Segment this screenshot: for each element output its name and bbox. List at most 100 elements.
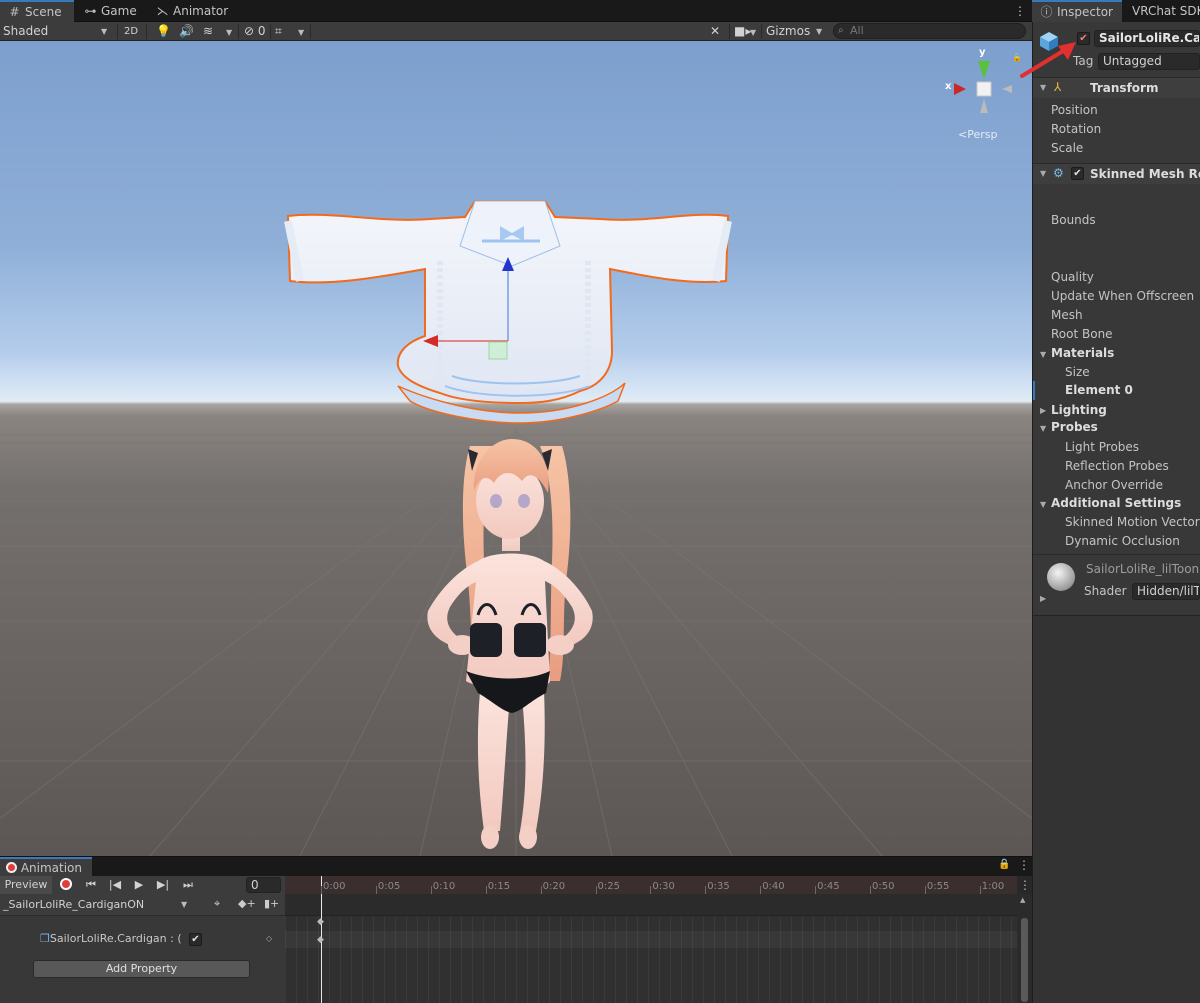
gizmos-dropdown[interactable]: Gizmos ▼	[766, 22, 828, 41]
gameobject-icon: ❒	[40, 932, 50, 945]
inspector-empty-area	[1033, 616, 1200, 1003]
add-property-button[interactable]: Add Property	[33, 960, 250, 978]
lock-icon[interactable]: 🔒	[998, 859, 1010, 870]
mesh-label: Mesh	[1051, 308, 1083, 322]
ruler-tick-line	[870, 886, 871, 894]
foldout-open-icon: ▼	[1040, 83, 1047, 92]
audio-toggle-icon[interactable]: 🔊	[179, 22, 194, 41]
camera-icon[interactable]: ■▸	[734, 22, 751, 41]
first-keyframe-icon[interactable]: ⏮	[80, 876, 102, 894]
next-keyframe-icon[interactable]: ▶|	[152, 876, 174, 894]
position-label: Position	[1051, 103, 1098, 117]
scene-svg	[0, 61, 1032, 856]
rotation-label: Rotation	[1051, 122, 1102, 136]
materials-size-label: Size	[1065, 365, 1090, 379]
keyframe-summary-icon[interactable]: ◆	[317, 917, 324, 927]
property-value-checkbox[interactable]: ✔	[189, 933, 202, 946]
ruler-tick-label: 0:10	[432, 881, 456, 892]
orientation-gizmo[interactable]	[954, 61, 1012, 113]
search-icon: ⌕	[838, 25, 844, 36]
hidden-objects-toggle[interactable]: ⊘ 0	[244, 22, 266, 41]
scene-search-input[interactable]: ⌕ All	[833, 23, 1026, 39]
tools-icon[interactable]: ✕	[710, 22, 720, 41]
renderer-enabled-checkbox[interactable]: ✔	[1071, 167, 1084, 180]
tab-animation[interactable]: Animation	[0, 857, 92, 877]
material-name: SailorLoliRe_lilToon	[1086, 562, 1200, 576]
grid-icon: #	[9, 5, 20, 19]
probes-foldout[interactable]: Probes	[1051, 420, 1098, 434]
shading-mode-dropdown[interactable]: Shaded ▼	[3, 22, 113, 41]
shader-dropdown[interactable]: Hidden/lilTo	[1132, 583, 1200, 600]
animation-tab-bar: Animation 🔒 ⋮	[0, 856, 1032, 877]
anchor-override-label: Anchor Override	[1065, 478, 1164, 492]
timeline-dopesheet[interactable]	[285, 916, 1017, 1003]
tab-inspector[interactable]: ⓘ Inspector	[1032, 0, 1122, 22]
grid-snap-dropdown-icon[interactable]: ▼	[298, 22, 304, 41]
tab-vrchat-sdk[interactable]: VRChat SDK	[1124, 0, 1200, 22]
materials-foldout[interactable]: Materials	[1051, 346, 1114, 360]
add-keyframe-icon[interactable]: ◆+	[238, 897, 256, 910]
grid-snap-icon[interactable]: ⌗	[275, 22, 282, 41]
object-name-field[interactable]: SailorLoliRe.Cardi	[1094, 30, 1200, 47]
lighting-foldout[interactable]: Lighting	[1051, 403, 1107, 417]
clip-dropdown[interactable]: _SailorLoliRe_CardiganON ▼	[3, 897, 191, 913]
ruler-tick-line	[705, 886, 707, 894]
property-row[interactable]: ❒SailorLoliRe.Cardigan : (	[40, 932, 182, 945]
record-button[interactable]	[56, 876, 76, 894]
quality-label: Quality	[1051, 270, 1094, 284]
material-preview-sphere	[1047, 563, 1075, 591]
add-event-icon[interactable]: ▮+	[264, 897, 279, 910]
ruler-tick-line	[595, 886, 597, 894]
tab-animator[interactable]: ⋋ Animator	[148, 0, 236, 22]
chevron-left-icon: <	[958, 128, 968, 141]
skinned-motion-vectors-label: Skinned Motion Vectors	[1065, 515, 1200, 529]
update-offscreen-label: Update When Offscreen	[1051, 289, 1195, 303]
chevron-down-icon: ▼	[816, 27, 823, 36]
ruler-tick-line	[430, 886, 432, 894]
ruler-tick-label: 0:40	[762, 881, 785, 892]
tab-game[interactable]: ⊶ Game	[76, 0, 145, 22]
effects-dropdown-icon[interactable]: ▼	[226, 22, 232, 41]
prev-keyframe-icon[interactable]: |◀	[104, 876, 126, 894]
tag-dropdown[interactable]: Untagged	[1098, 53, 1200, 70]
root-bone-label: Root Bone	[1051, 327, 1113, 341]
more-menu-icon[interactable]: ⋮	[1019, 878, 1031, 892]
bounds-label: Bounds	[1051, 213, 1096, 227]
additional-settings-foldout[interactable]: Additional Settings	[1051, 496, 1181, 510]
camera-dropdown-icon[interactable]: ▼	[750, 22, 756, 41]
preview-toggle[interactable]: Preview	[0, 876, 52, 894]
axis-y-label: y	[979, 47, 986, 58]
more-menu-icon[interactable]: ⋮	[1018, 858, 1030, 872]
last-keyframe-icon[interactable]: ⏭	[176, 876, 200, 894]
timeline-property-track	[285, 931, 1017, 948]
ruler-tick-line	[321, 886, 322, 894]
mode-2d-toggle[interactable]: 2D	[124, 22, 138, 41]
ruler-tick-line	[650, 886, 652, 894]
axis-x-label: x	[945, 81, 952, 92]
ruler-tick-label: 0:00	[323, 881, 346, 892]
ruler-tick-label: 0:50	[872, 881, 895, 892]
keyframe-diamond-icon[interactable]: ◇	[266, 934, 272, 943]
keyframe-icon[interactable]: ◆	[317, 935, 324, 945]
foldout-closed-icon: ▶	[1040, 594, 1047, 603]
effects-toggle-icon[interactable]: ≋	[203, 22, 213, 41]
frame-input[interactable]: 0	[246, 877, 281, 893]
timeline-summary-row[interactable]	[285, 894, 1017, 916]
scene-tab-bar: # Scene ⊶ Game ⋋ Animator ⋮	[0, 0, 1032, 22]
ruler-tick-line	[485, 886, 487, 894]
more-menu-icon[interactable]: ⋮	[1010, 0, 1030, 22]
ruler-tick-label: 0:15	[487, 881, 511, 892]
play-icon[interactable]: ▶	[128, 876, 150, 894]
keyframe-filter-icon[interactable]: ⌖	[214, 897, 220, 911]
lighting-toggle-icon[interactable]: 💡	[156, 22, 171, 41]
scene-viewport[interactable]: y x <Persp	[0, 41, 1032, 856]
projection-toggle[interactable]: <Persp	[958, 128, 997, 141]
timeline-scrollbar[interactable]: ▲	[1017, 894, 1032, 1003]
ruler-tick-label: 0:35	[707, 881, 730, 892]
tab-scene[interactable]: # Scene	[0, 0, 74, 22]
ruler-tick-line	[979, 886, 981, 894]
element-0-label[interactable]: Element 0	[1065, 383, 1133, 397]
ruler-tick-line	[540, 886, 542, 894]
ruler-tick-line	[815, 886, 817, 894]
transform-icon: ⅄	[1054, 80, 1062, 94]
